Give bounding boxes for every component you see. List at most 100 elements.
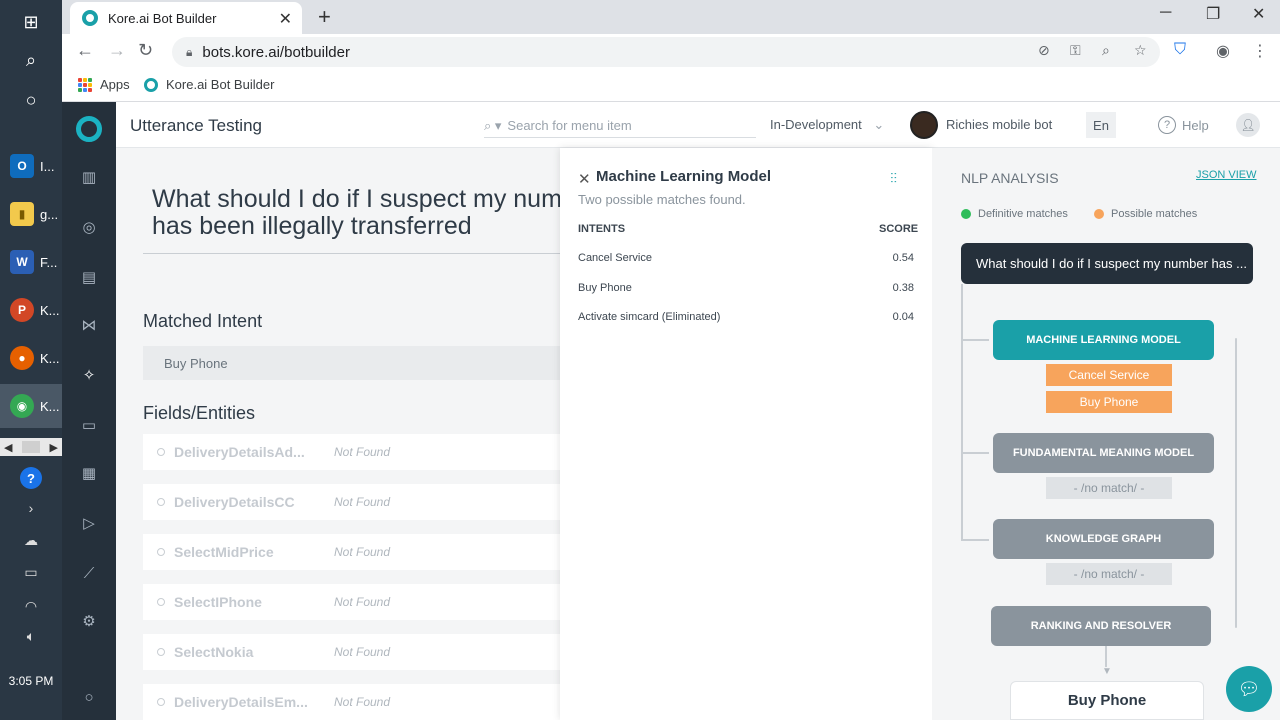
taskbar-app-label: g... (40, 206, 59, 222)
entity-row[interactable]: DeliveryDetailsEm... Not Found (143, 684, 560, 720)
analytics-icon[interactable]: ▥ (62, 162, 116, 192)
scroll-thumb[interactable] (22, 441, 40, 453)
conversation-icon[interactable]: ◎ (62, 212, 116, 242)
new-tab-icon[interactable]: + (318, 4, 331, 30)
app-sidebar: ▥ ◎ ▤ ⋈ ✧ ▭ ▦ ▷ ⟋ ⚙ ○ (62, 102, 116, 720)
taskbar-app-files[interactable]: ▮ g... (0, 192, 62, 236)
help-button[interactable]: ? Help (1158, 116, 1209, 134)
onedrive-icon[interactable]: ☁ (0, 526, 62, 554)
radio-icon (157, 548, 165, 556)
metrics-icon[interactable]: ⟋ (62, 558, 116, 588)
bookmarks-bar: Apps Kore.ai Bot Builder (62, 70, 1280, 102)
taskbar-app-label: K... (40, 398, 60, 414)
kg-match-tag: - /no match/ - (1046, 563, 1172, 585)
chevron-left-icon[interactable]: ◀ (4, 441, 12, 454)
menu-search-input[interactable]: ⌕ ▾ Search for menu item (484, 114, 756, 138)
firefox-icon: ● (10, 346, 34, 370)
profile-icon[interactable]: ◉ (1216, 41, 1230, 61)
kore-logo-icon[interactable] (76, 116, 102, 142)
close-icon[interactable]: ✕ (578, 170, 591, 188)
taskbar-app-outlook[interactable]: O I... (0, 144, 62, 188)
ml-result-row: Activate simcard (Eliminated) 0.04 (578, 311, 914, 323)
flow-icon[interactable]: ⋈ (62, 310, 116, 340)
utterance-input[interactable]: What should I do if I suspect my number … (143, 186, 560, 254)
minimize-icon[interactable]: ─ (1160, 4, 1171, 22)
chat-bubble-icon[interactable]: 💬︎ (1226, 666, 1272, 712)
windows-taskbar: ⊞ ⌕ ○ O I... ▮ g... W F... P K... ● K...… (0, 0, 62, 720)
green-dot-icon (961, 209, 971, 219)
key-icon[interactable]: ⚿ (1070, 42, 1081, 59)
entity-row[interactable]: SelectMidPrice Not Found (143, 534, 560, 570)
close-tab-icon[interactable]: ✕ (279, 9, 292, 29)
shield-icon[interactable]: ⛉ (1174, 41, 1186, 59)
chevron-right-icon[interactable]: ▶ (50, 441, 58, 454)
bookmark-apps[interactable]: Apps (78, 77, 130, 92)
entity-row[interactable]: DeliveryDetailsCC Not Found (143, 484, 560, 520)
status-circle-icon[interactable]: ○ (62, 682, 116, 712)
stage-knowledge-graph[interactable]: KNOWLEDGE GRAPH (993, 519, 1214, 559)
language-button[interactable]: En (1086, 112, 1116, 138)
lock-icon: 🔒︎ (186, 44, 193, 59)
bot-avatar[interactable] (910, 111, 938, 139)
entity-name: SelectMidPrice (174, 544, 274, 560)
ml-model-panel: ✕ Machine Learning Model Two possible ma… (560, 148, 932, 720)
sliders-icon[interactable]: ⫶⫶ (890, 170, 897, 187)
intents-column-header: INTENTS (578, 223, 626, 235)
taskbar-clock[interactable]: 3:05 PM (0, 674, 62, 688)
settings-gear-icon[interactable]: ⚙ (62, 606, 116, 636)
bot-tasks-icon[interactable]: ▤ (62, 262, 116, 292)
taskbar-app-firefox[interactable]: ● K... (0, 336, 62, 380)
taskbar-scrollbar[interactable]: ◀ ▶ (0, 438, 62, 456)
json-view-link[interactable]: JSON VIEW (1196, 169, 1257, 181)
search-icon[interactable]: ⌕ (0, 38, 62, 82)
browser-tab[interactable]: Kore.ai Bot Builder ✕ (70, 2, 302, 34)
stage-fundamental-meaning[interactable]: FUNDAMENTAL MEANING MODEL (993, 433, 1214, 473)
entity-status: Not Found (334, 695, 391, 709)
bookmark-kore[interactable]: Kore.ai Bot Builder (144, 77, 274, 92)
zoom-icon[interactable]: ⌕ (1102, 42, 1110, 59)
environment-label: In-Development (770, 117, 862, 132)
stage-ranking-resolver[interactable]: RANKING AND RESOLVER (991, 606, 1211, 646)
reload-icon[interactable]: ↻ (138, 40, 153, 61)
bot-name[interactable]: Richies mobile bot (946, 117, 1052, 132)
taskbar-app-word[interactable]: W F... (0, 240, 62, 284)
chevron-right-icon[interactable]: › (0, 494, 62, 522)
legend-definitive: Definitive matches (961, 208, 1068, 220)
ml-intent-score: 0.54 (892, 252, 914, 264)
restore-icon[interactable]: ❐ (1206, 4, 1220, 24)
taskbar-app-chrome[interactable]: ◉ K... (0, 384, 62, 428)
blocked-popup-icon[interactable]: ⊘ (1038, 42, 1050, 59)
taskbar-app-powerpoint[interactable]: P K... (0, 288, 62, 332)
app-header: Utterance Testing ⌕ ▾ Search for menu it… (116, 102, 1280, 148)
entity-name: DeliveryDetailsEm... (174, 694, 308, 710)
battery-icon[interactable]: ▭ (0, 558, 62, 586)
address-bar[interactable]: 🔒︎ bots.kore.ai/botbuilder (172, 37, 1160, 67)
close-window-icon[interactable]: ✕ (1252, 4, 1265, 24)
chrome-icon: ◉ (10, 394, 34, 418)
chevron-down-icon: ⌄ (873, 117, 885, 132)
entity-row[interactable]: DeliveryDetailsAd... Not Found (143, 434, 560, 470)
radio-icon (157, 698, 165, 706)
star-icon[interactable]: ☆ (1134, 42, 1147, 59)
nlp-wand-icon[interactable]: ✧ (62, 360, 116, 390)
kore-favicon-icon (82, 10, 98, 26)
chat-icon[interactable]: ▭ (62, 410, 116, 440)
forward-icon[interactable]: → (108, 40, 126, 61)
user-account-icon[interactable]: 👤︎ (1236, 113, 1260, 137)
back-icon[interactable]: ← (76, 40, 94, 61)
entity-row[interactable]: SelectNokia Not Found (143, 634, 560, 670)
wifi-icon[interactable]: ◠ (0, 592, 62, 620)
more-menu-icon[interactable]: ⋮ (1252, 41, 1268, 61)
screen: ⊞ ⌕ ○ O I... ▮ g... W F... P K... ● K...… (0, 0, 1280, 720)
radio-icon (157, 648, 165, 656)
stage-machine-learning[interactable]: MACHINE LEARNING MODEL (993, 320, 1214, 360)
entity-status: Not Found (334, 545, 391, 559)
grid-icon[interactable]: ▦ (62, 458, 116, 488)
ml-match-tag: Cancel Service (1046, 364, 1172, 386)
volume-icon[interactable]: 🔈︎ (0, 622, 62, 650)
publish-icon[interactable]: ▷ (62, 508, 116, 538)
cortana-icon[interactable]: ○ (0, 78, 62, 122)
environment-dropdown[interactable]: In-Development ⌄ (770, 117, 884, 133)
kore-favicon-icon (144, 77, 158, 92)
entity-row[interactable]: SelectIPhone Not Found (143, 584, 560, 620)
